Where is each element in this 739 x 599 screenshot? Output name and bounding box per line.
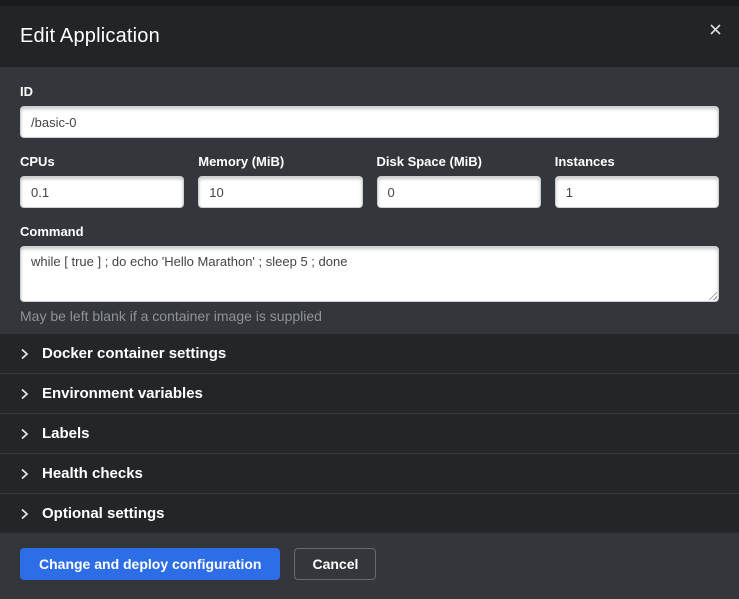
memory-input[interactable] [198, 176, 362, 208]
chevron-right-icon [20, 468, 29, 480]
modal-footer: Change and deploy configuration Cancel [0, 533, 739, 599]
command-field-group: Command while [ true ] ; do echo 'Hello … [20, 224, 719, 324]
section-environment-variables[interactable]: Environment variables [0, 374, 739, 414]
section-optional-settings[interactable]: Optional settings [0, 494, 739, 533]
disk-input[interactable] [377, 176, 541, 208]
section-label: Docker container settings [42, 345, 226, 362]
disk-label: Disk Space (MiB) [377, 154, 541, 169]
disk-field-group: Disk Space (MiB) [377, 154, 541, 208]
instances-label: Instances [555, 154, 719, 169]
section-label: Health checks [42, 465, 143, 482]
cpus-input[interactable] [20, 176, 184, 208]
command-label: Command [20, 224, 719, 239]
id-label: ID [20, 84, 719, 99]
id-input[interactable] [20, 106, 719, 138]
command-textarea-wrap: while [ true ] ; do echo 'Hello Marathon… [20, 246, 719, 302]
memory-label: Memory (MiB) [198, 154, 362, 169]
instances-field-group: Instances [555, 154, 719, 208]
instances-input[interactable] [555, 176, 719, 208]
section-labels[interactable]: Labels [0, 414, 739, 454]
edit-application-modal: Edit Application ID CPUs Memory (MiB) Di… [0, 6, 739, 599]
section-docker-container-settings[interactable]: Docker container settings [0, 334, 739, 374]
section-label: Optional settings [42, 505, 165, 522]
section-label: Environment variables [42, 385, 203, 402]
chevron-right-icon [20, 388, 29, 400]
resources-row: CPUs Memory (MiB) Disk Space (MiB) Insta… [20, 154, 719, 208]
cpus-label: CPUs [20, 154, 184, 169]
modal-header: Edit Application [0, 6, 739, 67]
chevron-right-icon [20, 428, 29, 440]
section-label: Labels [42, 425, 90, 442]
cpus-field-group: CPUs [20, 154, 184, 208]
memory-field-group: Memory (MiB) [198, 154, 362, 208]
close-icon [710, 24, 721, 35]
change-and-deploy-button[interactable]: Change and deploy configuration [20, 548, 280, 580]
command-textarea[interactable]: while [ true ] ; do echo 'Hello Marathon… [20, 246, 719, 302]
modal-title: Edit Application [20, 25, 160, 48]
section-health-checks[interactable]: Health checks [0, 454, 739, 494]
chevron-right-icon [20, 508, 29, 520]
close-button[interactable] [706, 20, 725, 39]
cancel-button[interactable]: Cancel [294, 548, 376, 580]
chevron-right-icon [20, 348, 29, 360]
id-field-group: ID [20, 84, 719, 138]
application-form: ID CPUs Memory (MiB) Disk Space (MiB) In… [0, 67, 739, 334]
collapsible-sections: Docker container settings Environment va… [0, 334, 739, 533]
command-help-text: May be left blank if a container image i… [20, 308, 719, 324]
